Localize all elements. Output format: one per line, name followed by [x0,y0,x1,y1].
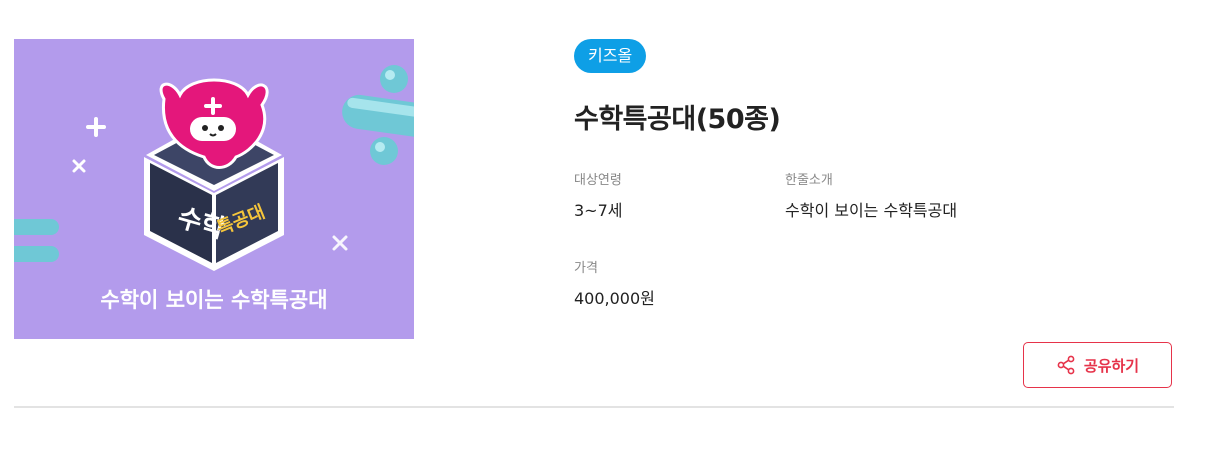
summary-label: 한줄소개 [785,173,833,188]
section-divider [14,406,1174,408]
thumbnail-caption: 수학이 보이는 수학특공대 [100,288,327,312]
share-button-label: 공유하기 [1083,356,1140,375]
category-badge: 키즈올 [574,39,647,73]
share-button[interactable]: 공유하기 [1023,342,1172,388]
price-label: 가격 [574,261,598,276]
summary-value: 수학이 보이는 수학특공대 [785,201,958,220]
share-icon [1056,355,1076,375]
product-thumbnail: 수학 특공대 수학이 보이는 수학특공대 [14,39,414,339]
target-age-value: 3~7세 [574,201,623,220]
product-title: 수학특공대(50종) [574,104,781,135]
target-age-label: 대상연령 [574,173,622,188]
price-value: 400,000원 [574,289,655,308]
